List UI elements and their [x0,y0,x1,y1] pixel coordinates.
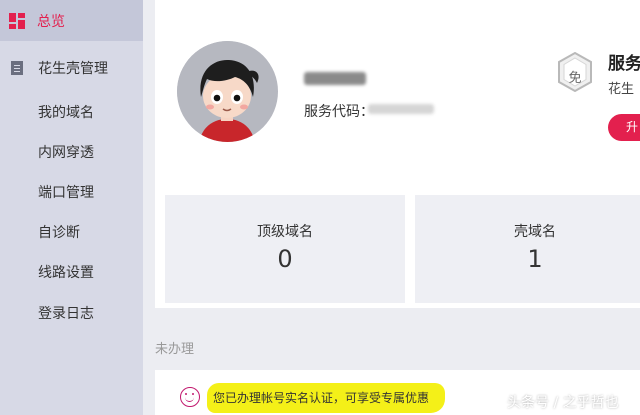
badge-label: 免 [568,71,582,86]
sidebar: 总览 花生壳管理 我的域名 内网穿透 端口管理 自诊断 线路设置 登录日志 [0,0,143,415]
document-icon [11,61,23,75]
upgrade-button[interactable]: 升 [608,114,640,141]
stat-label: 顶级域名 [257,224,313,240]
sidebar-item-port-management[interactable]: 端口管理 [38,182,94,202]
cartoon-avatar-icon [177,41,277,142]
stat-top-level-domains[interactable]: 顶级域名 0 [165,195,405,303]
stat-value: 1 [527,245,543,273]
section-title-pending: 未办理 [155,342,195,357]
service-title: 服务 [608,54,640,74]
sidebar-group-label: 花生壳管理 [38,61,108,77]
sidebar-item-intranet-penetration[interactable]: 内网穿透 [38,142,94,162]
sidebar-item-overview[interactable]: 总览 [0,0,143,41]
smiley-icon [180,387,200,407]
sidebar-item-my-domains[interactable]: 我的域名 [38,102,94,122]
sidebar-item-line-settings[interactable]: 线路设置 [38,262,94,282]
stat-label: 壳域名 [514,224,556,240]
sidebar-item-label: 总览 [37,13,65,30]
stat-value: 0 [277,245,293,273]
free-plan-badge-icon: 免 [557,51,593,93]
dashboard-icon [9,12,25,29]
sidebar-item-self-diagnosis[interactable]: 自诊断 [38,222,80,242]
avatar[interactable] [177,41,278,142]
service-code-redacted [368,104,434,114]
stat-shell-domains[interactable]: 壳域名 1 [415,195,640,303]
service-subtitle: 花生 [608,82,635,97]
watermark: 头条号 / 之乎哲也 [507,395,619,411]
notice-message: 您已办理帐号实名认证，可享受专属优惠 [213,391,430,405]
sidebar-item-login-log[interactable]: 登录日志 [38,303,94,323]
username-redacted [304,72,366,85]
sidebar-group-huashengke[interactable]: 花生壳管理 [0,52,143,84]
service-code-label: 服务代码： [304,104,374,120]
